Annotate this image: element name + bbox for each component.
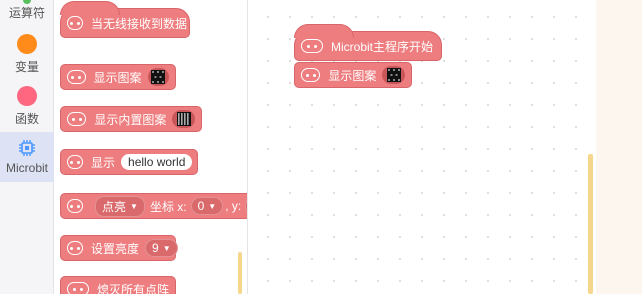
- microbit-ext-icon: [67, 70, 86, 84]
- variables-dot-icon: [17, 34, 37, 54]
- flyout-block-clear-screen[interactable]: 熄灭所有点阵: [60, 276, 176, 294]
- block-label: 当无线接收到数据: [91, 16, 188, 31]
- block-label: 显示内置图案: [94, 112, 167, 127]
- flyout-block-show-builtin-image[interactable]: 显示内置图案: [60, 106, 202, 132]
- plot-mode-value: 点亮: [102, 199, 127, 214]
- workspace-block-main-start[interactable]: Microbit主程序开始: [294, 24, 442, 61]
- block-label: 设置亮度: [91, 241, 140, 256]
- flyout-block-plot-point[interactable]: 点亮▼ 坐标 x: 0▼ , y: 0: [60, 193, 247, 219]
- block-label: 显示: [91, 155, 116, 170]
- chip-icon: [17, 138, 37, 158]
- functions-dot-icon: [17, 86, 37, 106]
- block-flyout: 当无线接收到数据 显示图案 显示内置图案 显示 hello world 点亮 ▼…: [55, 0, 248, 294]
- string-input[interactable]: hello world: [121, 154, 193, 170]
- category-functions-label: 函数: [14, 112, 39, 126]
- coord-y-label: , y:: [225, 199, 242, 213]
- flyout-block-show-string[interactable]: 显示 hello world: [60, 149, 198, 175]
- hat-cap: [60, 1, 120, 15]
- microbit-ext-icon: [67, 155, 83, 169]
- workspace-block-show-image[interactable]: 显示图案: [294, 62, 412, 88]
- flyout-block-show-image[interactable]: 显示图案: [60, 64, 176, 90]
- category-operators[interactable]: 运算符: [0, 0, 54, 30]
- microbit-ext-icon: [301, 68, 321, 82]
- category-rail: 运算符 变量 函数 Microbit: [0, 0, 54, 294]
- microbit-ext-icon: [67, 16, 83, 30]
- chevron-down-icon: ▼: [130, 201, 138, 211]
- microbit-ext-icon: [301, 39, 323, 53]
- microbit-ext-icon: [67, 282, 89, 294]
- editor-app: 运算符 变量 函数 Microbit 当无线接收到数据 显示图案 显示内置图案 …: [0, 0, 642, 294]
- category-variables[interactable]: 变量: [0, 34, 54, 78]
- block-label: Microbit主程序开始: [331, 39, 434, 54]
- block-label: 显示图案: [328, 68, 377, 83]
- coord-x-label: 坐标 x:: [149, 199, 187, 214]
- block-label: 熄灭所有点阵: [96, 282, 169, 294]
- workspace-scrollbar[interactable]: [588, 154, 593, 294]
- block-label: 显示图案: [93, 70, 142, 85]
- microbit-ext-icon: [67, 112, 87, 126]
- microbit-ext-icon: [67, 241, 83, 255]
- right-side-panel: [596, 0, 642, 294]
- microbit-ext-icon: [67, 199, 83, 213]
- led-matrix-thumbnail[interactable]: [147, 68, 169, 86]
- category-microbit-label: Microbit: [5, 161, 48, 175]
- chevron-down-icon: ▼: [162, 243, 171, 253]
- y-dropdown[interactable]: 0: [245, 197, 247, 215]
- flyout-scrollbar[interactable]: [238, 252, 242, 294]
- plot-mode-dropdown[interactable]: 点亮 ▼: [95, 195, 145, 217]
- category-microbit[interactable]: Microbit: [0, 132, 54, 182]
- brightness-dropdown[interactable]: 9 ▼: [145, 239, 178, 257]
- led-matrix-thumbnail[interactable]: [382, 66, 405, 84]
- builtin-image-thumbnail[interactable]: [172, 110, 195, 128]
- brightness-value: 9: [152, 241, 159, 255]
- x-value: 0: [197, 199, 205, 213]
- chevron-down-icon: ▼: [208, 201, 217, 211]
- x-dropdown[interactable]: 0 ▼: [190, 197, 224, 215]
- flyout-block-on-radio-receive[interactable]: 当无线接收到数据: [60, 1, 190, 38]
- category-variables-label: 变量: [14, 60, 39, 74]
- hat-cap: [294, 24, 354, 38]
- category-functions[interactable]: 函数: [0, 86, 54, 130]
- flyout-block-set-brightness[interactable]: 设置亮度 9 ▼: [60, 235, 178, 261]
